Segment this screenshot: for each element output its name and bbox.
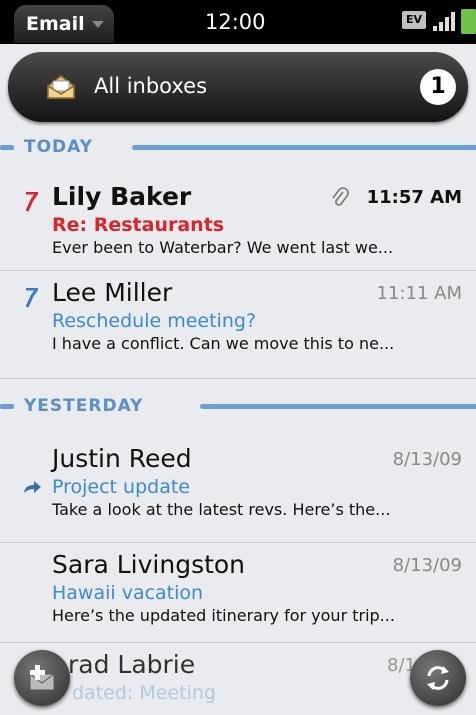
email-time: 11:11 AM <box>376 283 462 304</box>
status-bar: Email 12:00 EV <box>0 0 476 44</box>
forward-arrow-icon <box>24 481 41 493</box>
page-title: All inboxes <box>94 74 208 98</box>
group-divider-yesterday: YESTERDAY <box>0 392 476 420</box>
inbox-icon <box>47 75 75 99</box>
email-subject: Re: Restaurants <box>52 214 225 236</box>
email-row[interactable]: Justin Reed 8/13/09 Project update Take … <box>0 436 476 543</box>
email-subject: Project update <box>52 476 190 498</box>
paperclip-icon <box>332 187 349 206</box>
app-menu-email[interactable]: Email <box>14 5 114 43</box>
sync-button[interactable] <box>410 650 466 706</box>
unread-count-badge: 1 <box>420 69 456 105</box>
flag-icon <box>25 288 38 308</box>
compose-button[interactable] <box>14 650 70 706</box>
email-sender: Justin Reed <box>52 444 192 473</box>
signal-icon <box>433 11 458 31</box>
group-divider-today: TODAY <box>0 133 476 161</box>
email-row[interactable]: rad Labrie 8/1 dated: Meeting <box>0 642 476 715</box>
email-preview: I have a conflict. Can we move this to n… <box>52 334 395 353</box>
email-subject: Hawaii vacation <box>52 582 204 604</box>
chevron-down-icon <box>91 20 104 28</box>
email-row[interactable]: Lee Miller 11:11 AM Reschedule meeting? … <box>0 270 476 379</box>
email-sender: Lily Baker <box>52 182 192 211</box>
email-preview: Take a look at the latest revs. Here’s t… <box>52 500 391 519</box>
email-sender: rad Labrie <box>68 650 196 679</box>
email-row[interactable]: Lily Baker 11:57 AM Re: Restaurants Ever… <box>0 174 476 271</box>
email-row[interactable]: Sara Livingston 8/13/09 Hawaii vacation … <box>0 542 476 643</box>
flag-icon <box>25 192 38 212</box>
email-sender: Sara Livingston <box>52 550 246 579</box>
inbox-header[interactable]: All inboxes 1 <box>8 52 468 122</box>
email-subject: Reschedule meeting? <box>52 310 257 332</box>
group-label: TODAY <box>24 137 93 157</box>
compose-icon <box>29 665 55 691</box>
email-preview: Ever been to Waterbar? We went last we..… <box>52 238 394 257</box>
status-clock: 12:00 <box>205 10 266 34</box>
app-menu-label: Email <box>26 13 85 35</box>
battery-icon <box>461 9 476 34</box>
sync-icon <box>427 666 449 690</box>
email-sender: Lee Miller <box>52 278 173 307</box>
group-label: YESTERDAY <box>24 396 144 416</box>
email-subject: dated: Meeting <box>72 682 216 704</box>
email-time: 8/13/09 <box>392 555 462 576</box>
email-time: 11:57 AM <box>366 187 462 208</box>
email-preview: Here’s the updated itinerary for your tr… <box>52 606 395 625</box>
email-time: 8/13/09 <box>392 449 462 470</box>
network-badge: EV <box>402 11 426 29</box>
